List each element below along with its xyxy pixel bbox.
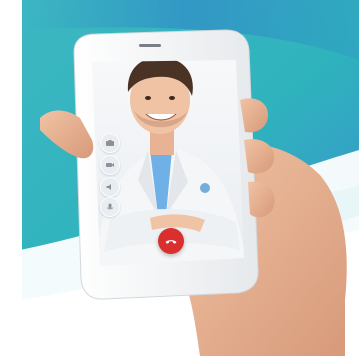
video-icon bbox=[106, 163, 114, 167]
speaker-toggle-button[interactable] bbox=[100, 177, 120, 197]
mic-toggle-button[interactable] bbox=[100, 197, 120, 217]
end-call-button[interactable] bbox=[158, 228, 184, 254]
video-toggle-button[interactable] bbox=[100, 155, 120, 175]
photo-scene bbox=[0, 0, 359, 356]
speaker-slot bbox=[139, 44, 161, 47]
camera-switch-button[interactable] bbox=[100, 133, 120, 153]
hand-holding-phone bbox=[40, 29, 347, 356]
phone-hangup-icon bbox=[165, 240, 177, 244]
camera-icon bbox=[106, 140, 114, 146]
microphone-icon bbox=[107, 203, 113, 210]
call-controls bbox=[100, 133, 124, 217]
speaker-icon bbox=[106, 184, 111, 190]
